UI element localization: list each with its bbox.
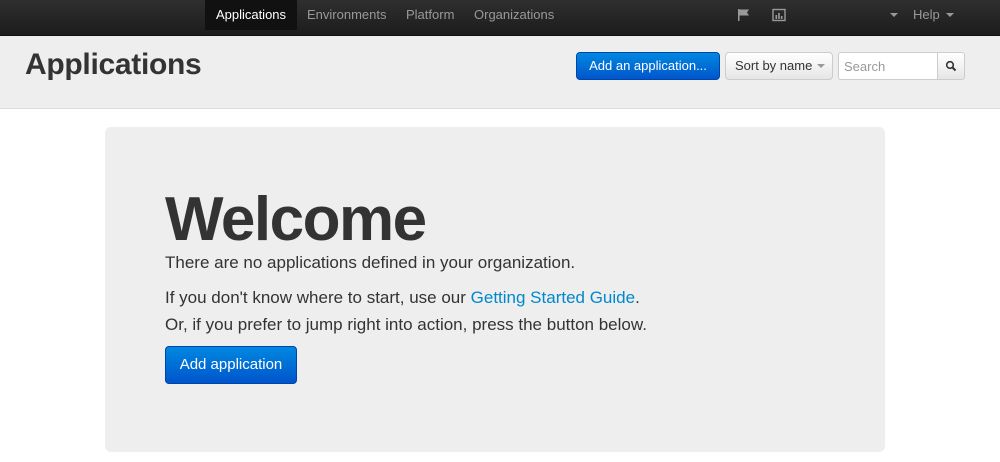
chevron-down-icon: [890, 12, 898, 17]
nav-environments[interactable]: Environments: [297, 0, 396, 30]
top-navbar: Applications Environments Platform Organ…: [0, 0, 1000, 36]
welcome-line-getting-started: If you don't know where to start, use ou…: [165, 287, 640, 309]
getting-started-guide-link[interactable]: Getting Started Guide: [471, 288, 635, 307]
flag-icon[interactable]: [737, 8, 751, 22]
chart-icon[interactable]: [772, 8, 786, 22]
help-dropdown[interactable]: Help: [913, 0, 954, 30]
getting-started-suffix: .: [635, 288, 640, 307]
help-label: Help: [913, 7, 940, 22]
welcome-panel: Welcome There are no applications define…: [105, 127, 885, 452]
nav-organizations[interactable]: Organizations: [464, 0, 564, 30]
sort-dropdown[interactable]: Sort by name: [725, 52, 833, 80]
welcome-heading: Welcome: [165, 185, 427, 254]
search-input[interactable]: [838, 52, 938, 80]
page-header: Applications Add an application... Sort …: [0, 36, 1000, 109]
search-button[interactable]: [937, 52, 965, 80]
page-title: Applications: [25, 48, 202, 81]
search-icon: [945, 60, 957, 72]
add-application-big-button[interactable]: Add application: [165, 346, 297, 384]
getting-started-prefix: If you don't know where to start, use ou…: [165, 288, 471, 307]
welcome-line-no-apps: There are no applications defined in you…: [165, 253, 576, 272]
add-application-button[interactable]: Add an application...: [576, 52, 720, 80]
nav-applications[interactable]: Applications: [205, 0, 297, 30]
user-dropdown[interactable]: [884, 0, 898, 30]
sort-label: Sort by name: [735, 58, 813, 73]
chevron-down-icon: [817, 63, 826, 68]
nav-platform[interactable]: Platform: [396, 0, 464, 30]
welcome-line-jump-in: Or, if you prefer to jump right into act…: [165, 315, 647, 334]
chevron-down-icon: [945, 12, 954, 17]
